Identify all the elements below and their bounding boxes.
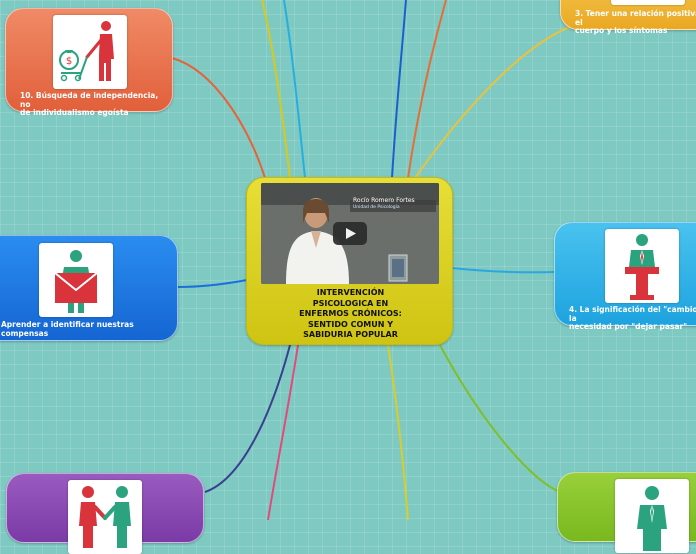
topic-node-1[interactable]: Aprender a identificar nuestras compensa… [0, 235, 178, 341]
link-to-top-yellow-1 [261, 0, 291, 179]
svg-text:$: $ [66, 56, 72, 67]
video-caption-role: Unidad de Psicología [353, 205, 400, 210]
topic-node-1-label: Aprender a identificar nuestras compensa… [1, 320, 134, 338]
link-to-node-10 [171, 57, 266, 179]
topic-node-4[interactable]: 4. La significación del "cambio" vs la n… [554, 222, 696, 331]
topic-node-3[interactable]: 3. Tener una relación positiva con el cu… [560, 0, 696, 35]
central-topic-node[interactable]: Rocío Romero Fortes Unidad de Psicología… [246, 177, 453, 345]
topic-node-4-label: 4. La significación del "cambio" vs la n… [569, 305, 696, 331]
topic-node-3-image [611, 0, 685, 5]
video-caption-name: Rocío Romero Fortes [353, 197, 415, 204]
play-icon [346, 228, 356, 239]
topic-node-bottom-right[interactable] [557, 472, 696, 553]
link-to-node-3 [414, 24, 576, 179]
handshake-people-icon [68, 480, 142, 554]
person-with-envelope-icon [39, 243, 113, 317]
link-to-bottom-right [439, 344, 561, 493]
topic-node-3-label: 3. Tener una relación positiva con el cu… [575, 9, 696, 35]
link-to-top-blue [391, 0, 407, 179]
topic-node-10-label: 10. Búsqueda de independencia, no de ind… [20, 91, 159, 117]
person-standing-icon [615, 479, 689, 553]
link-to-bottom-yellow [387, 344, 409, 520]
play-button[interactable] [333, 222, 367, 245]
topic-node-10[interactable]: $ 10. Búsqueda de independencia, no de i… [5, 8, 173, 117]
central-topic-title: INTERVENCIÓN PSICOLOGICA EN ENFERMOS CRÓ… [299, 288, 402, 339]
topic-node-bottom-left[interactable] [6, 473, 204, 554]
link-to-node-1 [177, 279, 248, 288]
person-at-podium-icon [605, 229, 679, 303]
video-player[interactable]: Rocío Romero Fortes Unidad de Psicología [261, 183, 439, 284]
person-pushing-money-cart-icon: $ [53, 15, 127, 89]
link-to-node-4 [451, 267, 557, 274]
link-to-top-orange [407, 0, 447, 179]
